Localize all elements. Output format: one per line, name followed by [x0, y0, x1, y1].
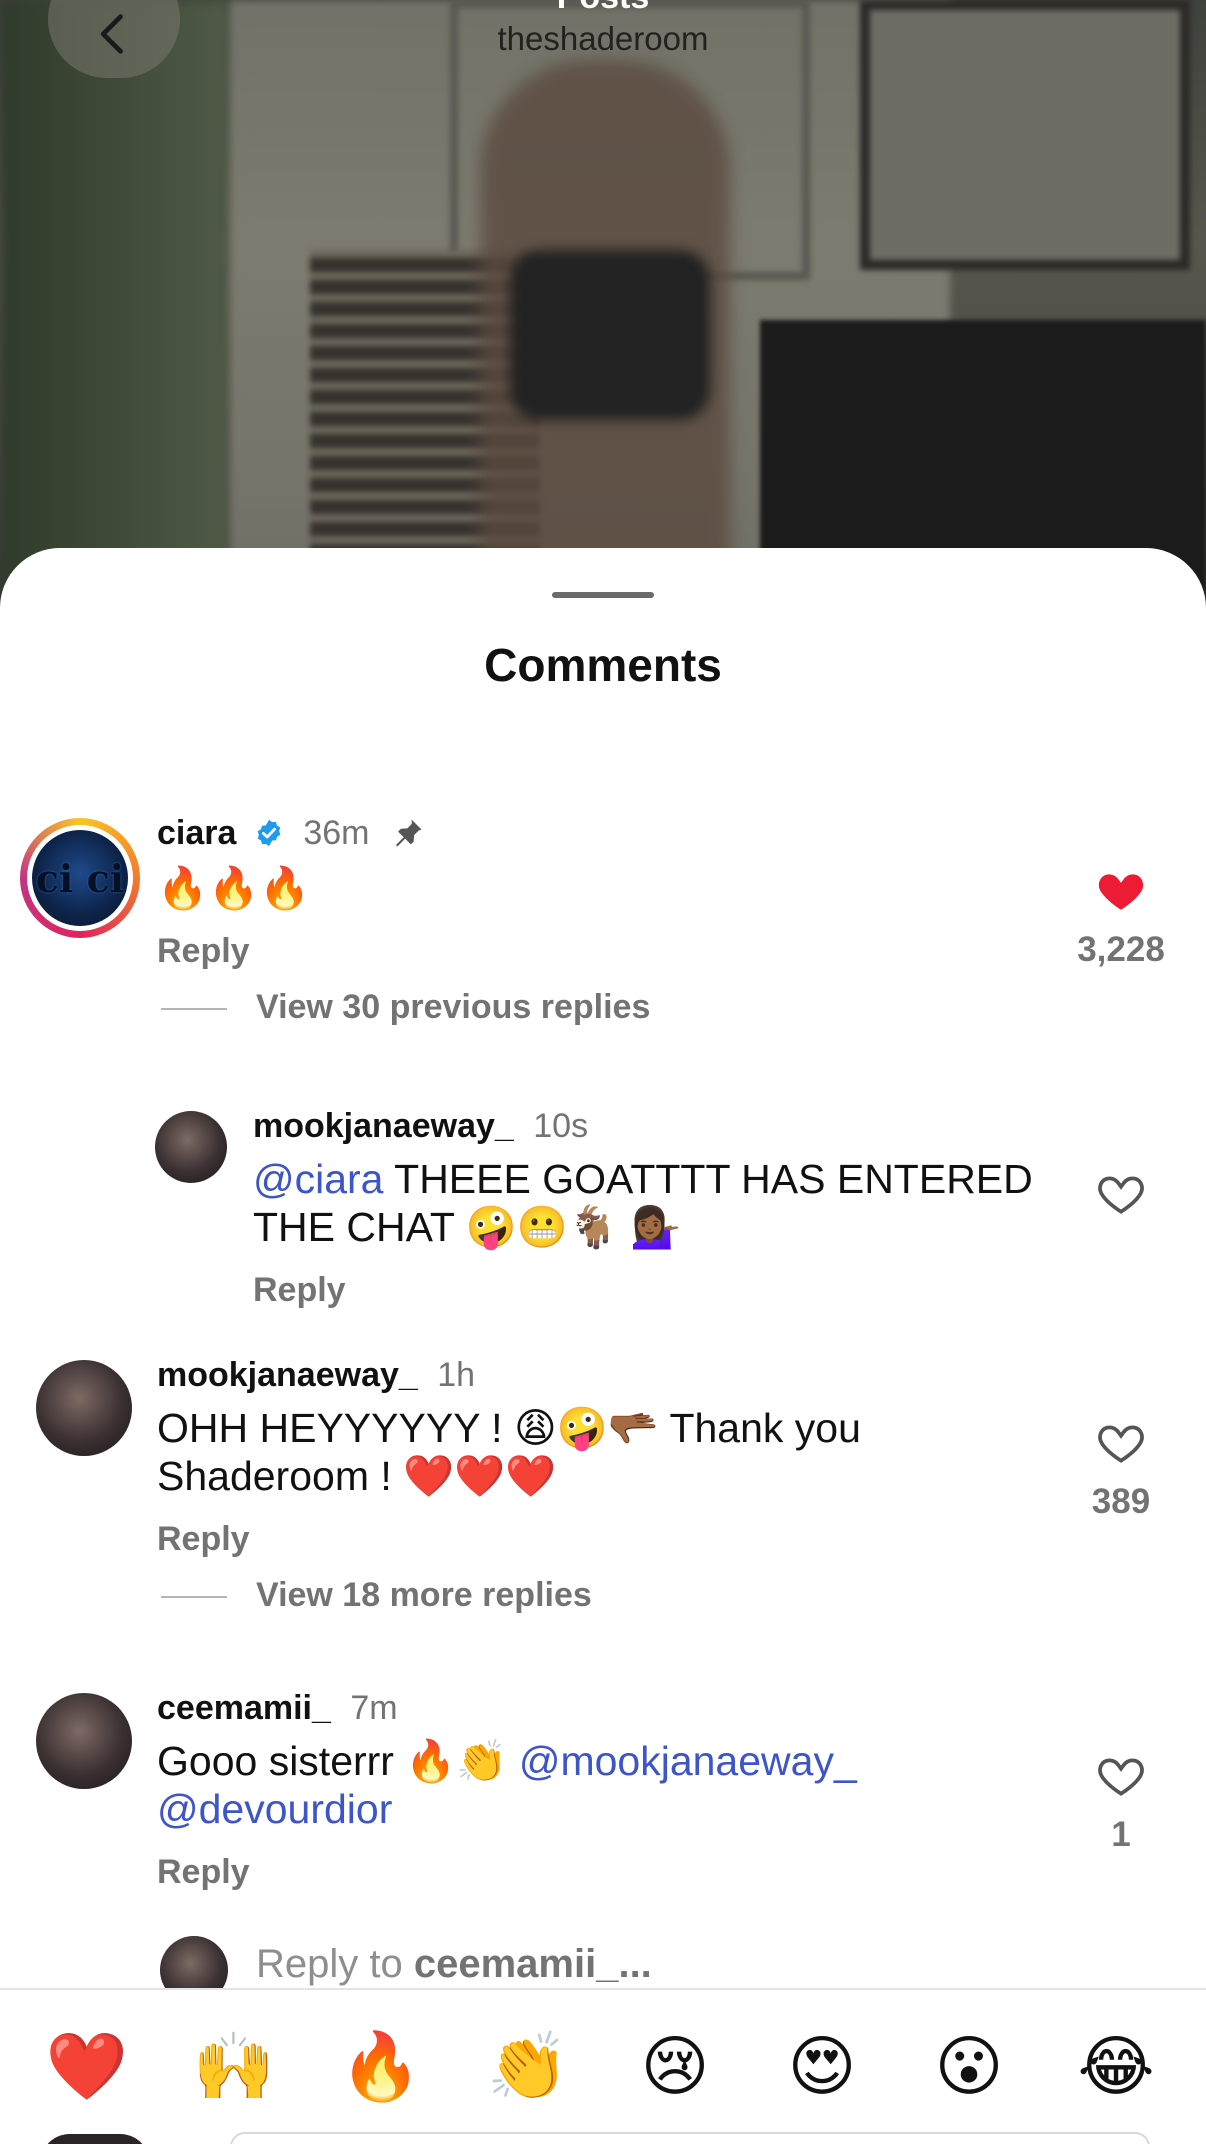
view-replies-line — [161, 1008, 227, 1010]
comment-meta: mookjanaeway_ 10s — [253, 1107, 588, 1146]
emoji-laughing-button[interactable]: 😂 — [1073, 2024, 1159, 2110]
comment-meta: ciara 36m — [157, 814, 425, 853]
chevron-left-icon — [100, 14, 123, 54]
emoji-crying-button[interactable]: 😢 — [632, 2024, 718, 2110]
sheet-title: Comments — [484, 639, 722, 691]
comment-username[interactable]: mookjanaeway_ — [157, 1356, 418, 1394]
reply-input-placeholder[interactable]: Reply to ceemamii_... — [256, 1942, 652, 1987]
comment-text: OHH HEYYYYYY ! 😩🤪🫳🏾 Thank you Shaderoom … — [157, 1405, 861, 1499]
avatar-mookjanaeway[interactable] — [36, 1360, 132, 1456]
view-previous-replies-button[interactable]: View 30 previous replies — [256, 988, 650, 1027]
like-count[interactable]: 3,228 — [1061, 930, 1181, 970]
comment-username[interactable]: ceemamii_ — [157, 1689, 331, 1727]
like-count[interactable]: 389 — [1061, 1482, 1181, 1522]
comment-time: 1h — [437, 1356, 476, 1394]
reply-button[interactable]: Reply — [253, 1271, 346, 1310]
verified-badge-icon — [257, 819, 281, 847]
reply-input-prefix: Reply to — [256, 1942, 414, 1986]
avatar-ciara[interactable]: ci ci — [20, 818, 140, 938]
heart-filled-icon[interactable] — [1096, 866, 1146, 916]
mention-link[interactable]: @mookjanaeway_ — [519, 1738, 857, 1784]
emoji-fire-button[interactable]: 🔥 — [338, 2024, 424, 2110]
reply-button[interactable]: Reply — [157, 932, 250, 971]
reply-button[interactable]: Reply — [157, 1520, 250, 1559]
heart-outline-icon[interactable] — [1096, 1169, 1146, 1219]
comment-time: 36m — [303, 814, 370, 852]
comment-body: Gooo sisterrr 🔥👏 — [157, 1738, 519, 1784]
emoji-raised-hands-button[interactable]: 🙌 — [191, 2024, 277, 2110]
emoji-surprised-button[interactable]: 😮 — [926, 2024, 1012, 2110]
like-control: 389 — [1061, 1418, 1181, 1522]
view-more-replies-button[interactable]: View 18 more replies — [256, 1576, 592, 1615]
comment-text: Gooo sisterrr 🔥👏 @mookjanaeway_ @devourdi… — [157, 1737, 977, 1833]
emoji-clap-button[interactable]: 👏 — [485, 2024, 571, 2110]
pin-icon — [395, 819, 422, 847]
video-person-top — [510, 250, 710, 420]
mention-link[interactable]: @devourdior — [157, 1786, 392, 1832]
heart-outline-icon[interactable] — [1096, 1418, 1146, 1468]
comment-meta: ceemamii_ 7m — [157, 1689, 398, 1728]
posts-header-title: Posts — [0, 0, 1206, 17]
comment-composer-field[interactable] — [230, 2132, 1150, 2144]
emoji-heart-button[interactable]: ❤️ — [44, 2024, 130, 2110]
mention-link[interactable]: @ciara — [253, 1156, 384, 1202]
heart-outline-icon[interactable] — [1096, 1751, 1146, 1801]
like-control — [1061, 1169, 1181, 1233]
posts-header-username[interactable]: theshaderoom — [0, 20, 1206, 58]
comment-username[interactable]: ciara — [157, 814, 236, 852]
comment-username[interactable]: mookjanaeway_ — [253, 1107, 514, 1145]
reply-button[interactable]: Reply — [157, 1853, 250, 1892]
comment-time: 10s — [533, 1107, 589, 1145]
like-count[interactable]: 1 — [1061, 1815, 1181, 1855]
comment-time: 7m — [350, 1689, 398, 1727]
avatar-ciara-image: ci ci — [27, 825, 133, 931]
like-control: 3,228 — [1061, 866, 1181, 970]
comment-meta: mookjanaeway_ 1h — [157, 1356, 475, 1395]
avatar-ceemamii[interactable] — [36, 1693, 132, 1789]
emoji-heart-eyes-button[interactable]: 😍 — [779, 2024, 865, 2110]
comment-text: @ciara THEEE GOATTTT HAS ENTERED THE CHA… — [253, 1155, 1043, 1251]
comment-text: 🔥🔥🔥 — [157, 865, 311, 911]
view-replies-line — [161, 1596, 227, 1598]
reply-input-target: ceemamii_... — [413, 1942, 652, 1986]
comments-sheet: Comments ci ci ciara 36m 🔥🔥🔥 Reply 3,228… — [0, 548, 1206, 2144]
like-control: 1 — [1061, 1751, 1181, 1855]
avatar-mookjanaeway[interactable] — [155, 1111, 227, 1183]
sheet-grabber-handle[interactable] — [552, 592, 654, 598]
emoji-quick-bar: ❤️ 🙌 🔥 👏 😢 😍 😮 😂 — [0, 1988, 1206, 2144]
